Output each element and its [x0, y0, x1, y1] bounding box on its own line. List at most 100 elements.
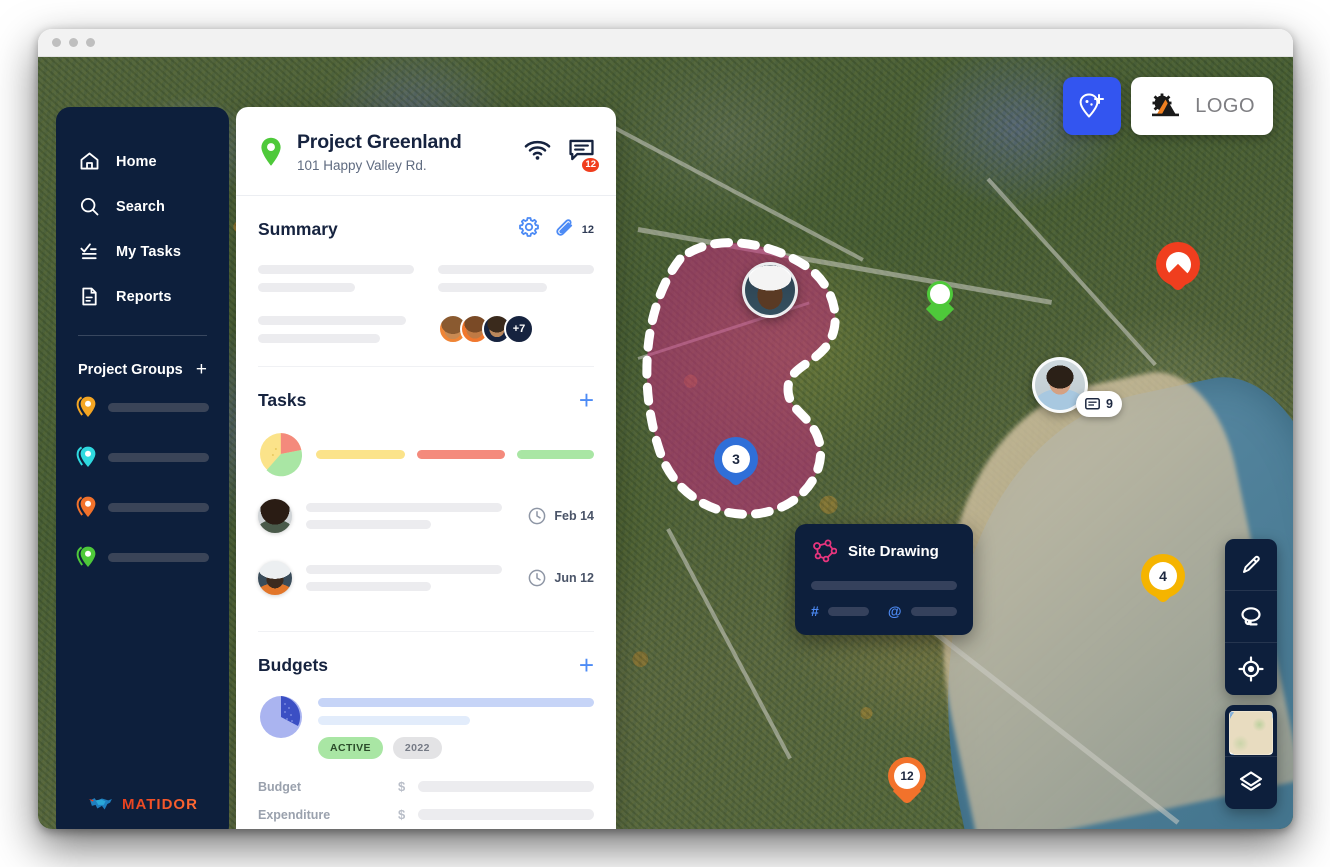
sidebar-nav: Home Search My Tasks Reports — [56, 139, 229, 319]
project-group-name-placeholder — [108, 502, 209, 512]
summary-placeholder-grid — [258, 265, 594, 292]
budget-chips: ACTIVE 2022 — [318, 737, 594, 759]
sidebar-item-my-tasks[interactable]: My Tasks — [78, 229, 229, 274]
basemap-thumbnail[interactable] — [1225, 705, 1277, 757]
budget-table: Budget $ Expenditure $ Remaining $ — [258, 779, 594, 829]
task-text-placeholder — [306, 503, 514, 529]
table-row: Expenditure $ — [258, 807, 594, 822]
map-thumbnail-icon — [1229, 710, 1273, 755]
project-group-name-placeholder — [108, 452, 209, 462]
layers-tool[interactable] — [1225, 757, 1277, 809]
tasks-title: Tasks — [258, 389, 307, 410]
avatar-overflow-count[interactable]: +7 — [504, 314, 534, 344]
add-task-button[interactable]: + — [579, 387, 594, 413]
pin-plus-icon — [1079, 93, 1105, 118]
tasks-pie-chart — [259, 433, 303, 477]
status-badge: ACTIVE — [318, 737, 383, 759]
map-marker-3[interactable]: 3 — [714, 437, 758, 488]
basemap-tools-group — [1225, 705, 1277, 809]
brand-name: MATIDOR — [122, 795, 198, 813]
project-group-item[interactable] — [76, 495, 209, 519]
summary-placeholder-line — [258, 265, 414, 274]
site-drawing-meta: # @ — [811, 603, 957, 619]
sidebar-item-label: Reports — [116, 288, 172, 305]
sidebar-item-search[interactable]: Search — [78, 184, 229, 229]
budget-pie-chart — [260, 696, 302, 738]
locate-me-tool[interactable] — [1225, 643, 1277, 695]
sidebar-item-home[interactable]: Home — [78, 139, 229, 184]
avatar — [258, 499, 292, 533]
add-budget-button[interactable]: + — [579, 652, 594, 678]
budget-row-label: Expenditure — [258, 807, 331, 822]
task-due-date-label: Jun 12 — [554, 571, 594, 585]
summary-placeholder-line — [438, 265, 594, 274]
page-title: Project Greenland — [297, 131, 462, 153]
project-groups-header: Project Groups + — [56, 336, 229, 379]
chat-icon — [1085, 397, 1100, 410]
paperclip-icon — [556, 218, 572, 236]
budgets-header: Budgets + — [258, 652, 594, 678]
map-marker-red[interactable] — [1156, 242, 1200, 293]
tasks-bar-overdue — [417, 449, 505, 459]
map-top-controls: LOGO — [1063, 77, 1273, 135]
sidebar-item-reports[interactable]: Reports — [78, 274, 229, 319]
tasks-bar-inprogress — [315, 449, 406, 459]
summary-member-avatars[interactable]: +7 — [438, 314, 594, 344]
project-header-actions: 12 — [524, 138, 601, 174]
map-marker-4[interactable]: 4 — [1141, 554, 1185, 605]
map-marker-green-dot[interactable] — [925, 281, 955, 324]
task-list-item[interactable]: Feb 14 — [258, 485, 594, 547]
location-pin-icon — [76, 396, 96, 417]
project-group-item[interactable] — [76, 445, 209, 469]
summary-settings-button[interactable] — [518, 216, 540, 243]
summary-placeholder-line — [258, 283, 355, 292]
document-icon — [78, 286, 100, 308]
project-group-item[interactable] — [76, 545, 209, 569]
project-group-item[interactable] — [76, 395, 209, 419]
tasks-bar-complete — [516, 449, 595, 459]
summary-placeholder-line — [438, 283, 548, 292]
window-maximize-button[interactable] — [86, 38, 95, 47]
marker-chat-badge[interactable]: 9 — [1076, 391, 1122, 417]
task-list-item[interactable]: Jun 12 — [258, 547, 594, 609]
summary-header: Summary 12 — [258, 216, 594, 243]
project-group-name-placeholder — [108, 552, 209, 562]
project-chat-button[interactable]: 12 — [569, 138, 601, 174]
gear-icon — [518, 217, 539, 237]
company-logo[interactable]: LOGO — [1131, 77, 1273, 135]
search-icon — [78, 196, 100, 218]
summary-placeholder-line — [258, 333, 380, 343]
worker-avatar-marker[interactable] — [742, 262, 798, 318]
budgets-section: Budgets + ACTIVE 2022 Budget $ Expenditu… — [236, 632, 616, 829]
engineer-avatar-marker[interactable]: 9 — [1032, 357, 1122, 417]
polygon-shape-icon — [813, 539, 837, 563]
add-site-button[interactable] — [1063, 77, 1122, 135]
browser-window: 3 4 12 9 Site Drawing # @ LOGO Home Sear… — [38, 29, 1293, 829]
crosshair-icon — [1238, 656, 1264, 682]
project-groups-title: Project Groups — [78, 361, 183, 378]
summary-section: Summary 12 +7 — [236, 196, 616, 367]
window-minimize-button[interactable] — [69, 38, 78, 47]
chat-unread-badge: 12 — [580, 155, 601, 174]
site-drawing-title: Site Drawing — [848, 542, 939, 560]
budget-year-badge: 2022 — [392, 737, 442, 759]
app-viewport: 3 4 12 9 Site Drawing # @ LOGO Home Sear… — [38, 57, 1293, 829]
app-sidebar: Home Search My Tasks Reports Project Gro… — [56, 107, 229, 829]
summary-attachments-button[interactable]: 12 — [554, 218, 594, 241]
site-drawing-card[interactable]: Site Drawing # @ — [795, 524, 973, 635]
avatar — [742, 262, 798, 318]
budget-row-label: Budget — [258, 779, 302, 794]
avatar — [258, 561, 292, 595]
add-project-group-button[interactable]: + — [196, 360, 207, 379]
map-marker-12[interactable]: 12 — [888, 757, 926, 806]
lasso-tool[interactable] — [1225, 591, 1277, 643]
budget-value-placeholder — [418, 781, 594, 792]
draw-pencil-tool[interactable] — [1225, 539, 1277, 591]
site-drawing-header: Site Drawing — [811, 539, 957, 563]
summary-placeholder-line — [258, 315, 407, 325]
map-marker-4-label: 4 — [1149, 562, 1177, 590]
window-close-button[interactable] — [52, 38, 61, 47]
wifi-status-button[interactable] — [524, 139, 551, 166]
task-due-date-label: Feb 14 — [554, 509, 594, 523]
attachment-count: 12 — [581, 223, 594, 236]
